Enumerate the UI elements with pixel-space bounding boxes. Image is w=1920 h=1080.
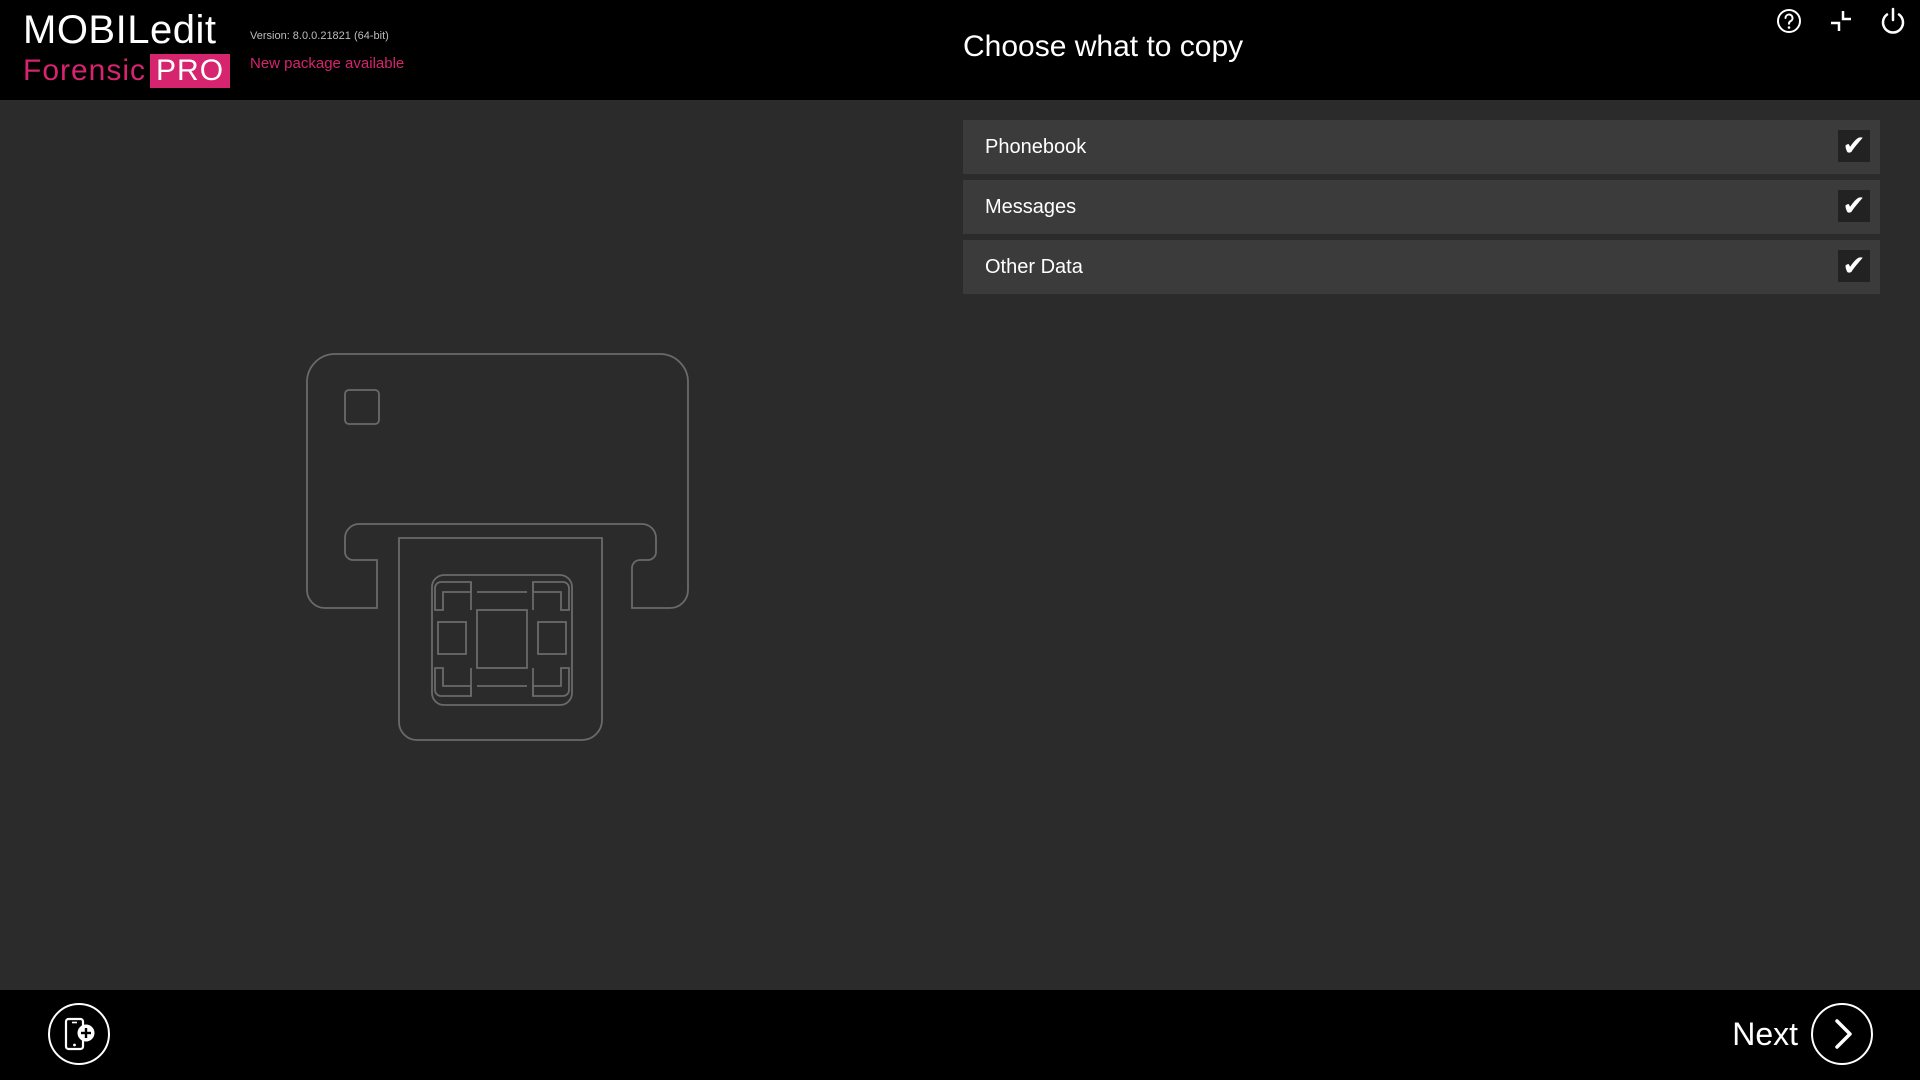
logo-pro-badge: PRO xyxy=(150,54,231,88)
sim-card-reader-illustration xyxy=(306,353,689,741)
main-content: Phonebook ✔ Messages ✔ Other Data ✔ xyxy=(0,100,1920,990)
copy-options-list: Phonebook ✔ Messages ✔ Other Data ✔ xyxy=(963,120,1880,300)
power-icon[interactable] xyxy=(1878,6,1908,36)
checkbox-checked[interactable]: ✔ xyxy=(1838,130,1870,162)
option-messages[interactable]: Messages ✔ xyxy=(963,180,1880,234)
footer-bar: Next xyxy=(0,990,1920,1080)
logo-forensic: Forensic xyxy=(23,54,147,87)
minimize-icon[interactable] xyxy=(1826,6,1856,36)
app-logo: MOBILedit Forensic PRO xyxy=(23,8,231,90)
version-text: Version: 8.0.0.21821 (64-bit) xyxy=(250,30,389,42)
new-package-link[interactable]: New package available xyxy=(250,55,404,72)
logo-subtitle: Forensic PRO xyxy=(23,52,231,90)
option-phonebook[interactable]: Phonebook ✔ xyxy=(963,120,1880,174)
option-label: Phonebook xyxy=(985,136,1087,158)
header-bar: MOBILedit Forensic PRO Version: 8.0.0.218… xyxy=(0,0,1920,100)
logo-title: MOBILedit xyxy=(23,8,217,52)
option-other-data[interactable]: Other Data ✔ xyxy=(963,240,1880,294)
page-title: Choose what to copy xyxy=(963,30,1244,63)
checkbox-checked[interactable]: ✔ xyxy=(1838,250,1870,282)
next-button[interactable]: Next xyxy=(1732,1002,1874,1066)
window-controls xyxy=(1774,6,1908,36)
help-icon[interactable] xyxy=(1774,6,1804,36)
add-device-icon[interactable] xyxy=(47,1002,111,1066)
option-label: Other Data xyxy=(985,256,1083,278)
option-label: Messages xyxy=(985,196,1077,218)
checkbox-checked[interactable]: ✔ xyxy=(1838,190,1870,222)
chevron-right-icon[interactable] xyxy=(1810,1002,1874,1066)
next-label: Next xyxy=(1732,1015,1798,1052)
